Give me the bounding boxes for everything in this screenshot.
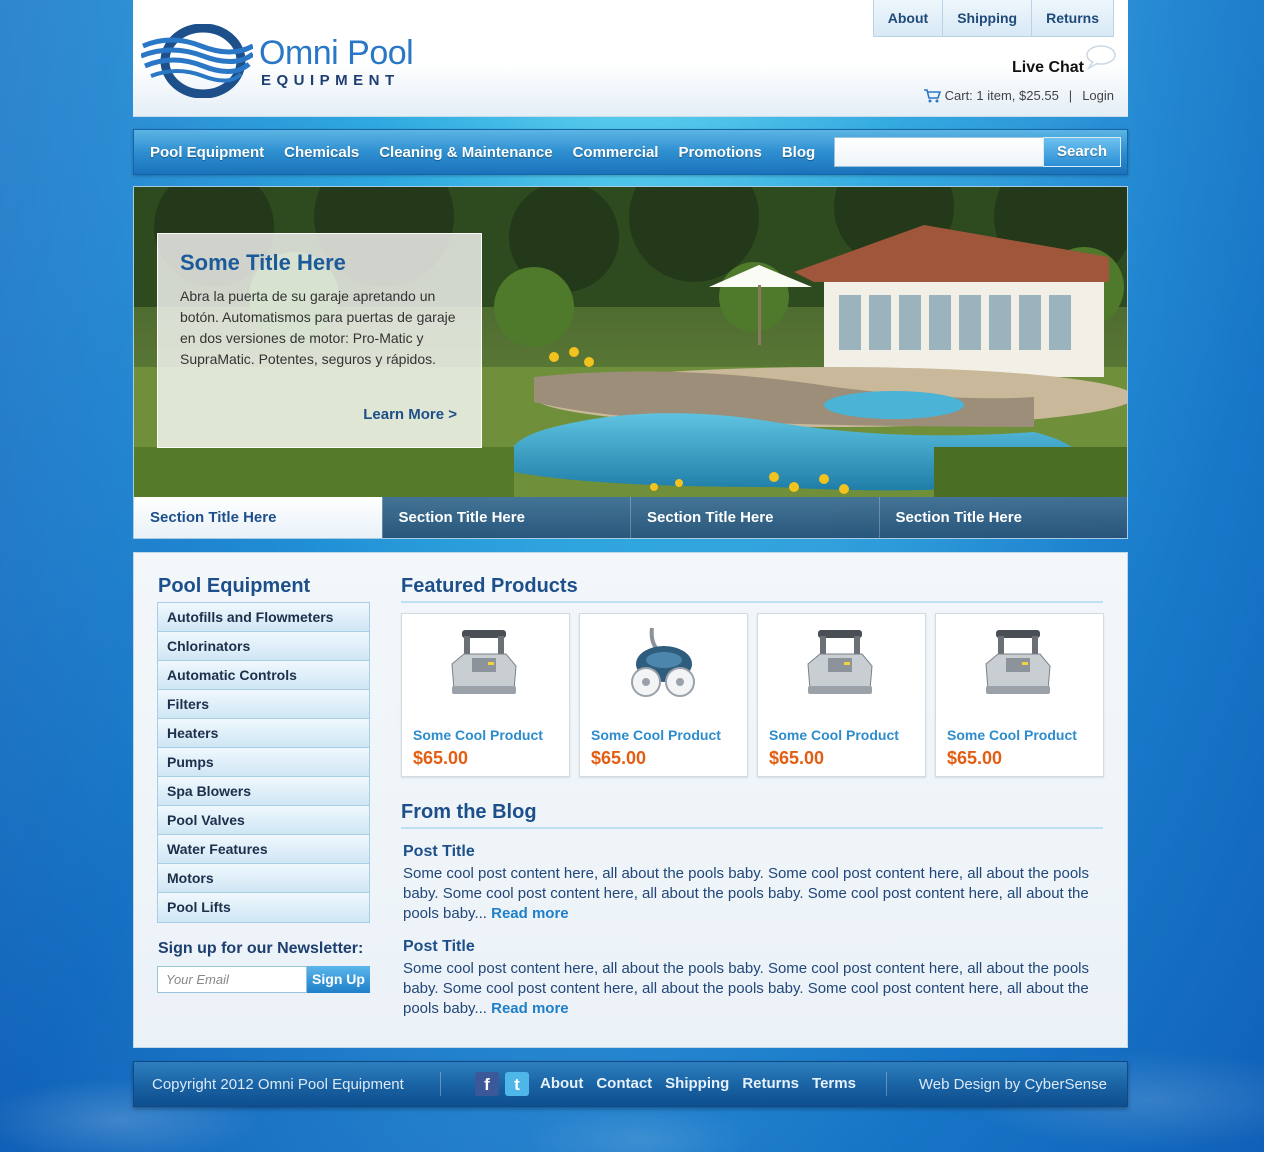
hero-slider: Some Title Here Abra la puerta de su gar… [133,186,1128,539]
pool-robot-icon [451,630,517,694]
featured-divider [401,601,1103,603]
product-name[interactable]: Some Cool Product [769,727,899,743]
sidebar-title: Pool Equipment [158,575,311,597]
nav-item-pool-equipment[interactable]: Pool Equipment [142,144,272,161]
sidebar-item-heaters[interactable]: Heaters [158,719,369,748]
footer-link-terms[interactable]: Terms [812,1075,856,1092]
top-link-shipping[interactable]: Shipping [942,0,1033,37]
sidebar-item-automatic-controls[interactable]: Automatic Controls [158,661,369,690]
product-card[interactable]: Some Cool Product $65.00 [401,613,570,777]
live-chat-link[interactable]: Live Chat [1012,59,1084,77]
sidebar-item-pool-lifts[interactable]: Pool Lifts [158,893,369,922]
facebook-icon[interactable]: f [475,1072,499,1096]
sidebar-item-pumps[interactable]: Pumps [158,748,369,777]
footer-link-shipping[interactable]: Shipping [665,1075,729,1092]
top-link-returns[interactable]: Returns [1031,0,1114,37]
cart-summary: Cart: 1 item, $25.55 | Login [923,88,1114,103]
footer-link-about[interactable]: About [540,1075,583,1092]
featured-title: Featured Products [401,575,578,597]
chat-bubble-icon[interactable] [1084,44,1116,70]
logo-icon [140,23,255,99]
product-name[interactable]: Some Cool Product [591,727,721,743]
nav-item-blog[interactable]: Blog [774,144,823,161]
cart-separator: | [1068,88,1073,103]
top-links: About Shipping Returns [872,0,1114,37]
search-button[interactable]: Search [1043,137,1121,167]
twitter-icon[interactable]: t [505,1072,529,1096]
footer-divider [886,1072,887,1096]
cart-text[interactable]: Cart: 1 item, $25.55 [945,88,1059,103]
post-body: Some cool post content here, all about t… [403,959,1103,1019]
sidebar-item-water-features[interactable]: Water Features [158,835,369,864]
product-name[interactable]: Some Cool Product [947,727,1077,743]
nav-item-commercial[interactable]: Commercial [565,144,667,161]
newsletter-title: Sign up for our Newsletter: [158,940,364,957]
footer-divider [440,1072,441,1096]
read-more-link[interactable]: Read more [491,1000,569,1017]
sidebar-item-spa-blowers[interactable]: Spa Blowers [158,777,369,806]
footer-link-returns[interactable]: Returns [742,1075,799,1092]
email-field[interactable]: Your Email [157,966,307,993]
blog-post: Post Title Some cool post content here, … [403,938,1103,1019]
pool-robot-icon [807,630,873,694]
blog-divider [401,827,1103,829]
hero-tab-2[interactable]: Section Title Here [381,497,630,538]
cart-icon[interactable] [923,88,941,103]
sidebar-item-filters[interactable]: Filters [158,690,369,719]
read-more-link[interactable]: Read more [491,905,569,922]
main-nav: Pool Equipment Chemicals Cleaning & Main… [133,129,1128,175]
hero-tab-1[interactable]: Section Title Here [134,497,382,538]
login-link[interactable]: Login [1082,88,1114,103]
hero-tabs: Section Title Here Section Title Here Se… [134,497,1127,538]
hero-body: Abra la puerta de su garaje apretando un… [180,288,456,367]
post-body: Some cool post content here, all about t… [403,864,1103,924]
sidebar-item-pool-valves[interactable]: Pool Valves [158,806,369,835]
main-content: Pool Equipment Autofills and Flowmeters … [133,552,1128,1048]
product-price: $65.00 [413,748,469,768]
hero-title: Some Title Here [180,250,346,275]
design-credit[interactable]: Web Design by CyberSense [919,1076,1107,1093]
nav-item-promotions[interactable]: Promotions [670,144,769,161]
hero-tab-3[interactable]: Section Title Here [630,497,879,538]
product-card[interactable]: Some Cool Product $65.00 [935,613,1104,777]
product-price: $65.00 [769,748,825,768]
hero-caption: Some Title Here Abra la puerta de su gar… [157,233,482,448]
product-card[interactable]: Some Cool Product $65.00 [757,613,926,777]
sidebar-item-motors[interactable]: Motors [158,864,369,893]
blog-title: From the Blog [401,801,537,823]
copyright-text: Copyright 2012 Omni Pool Equipment [152,1076,404,1093]
product-card[interactable]: Some Cool Product $65.00 [579,613,748,777]
pool-cleaner-icon [631,627,695,697]
product-price: $65.00 [591,748,647,768]
logo-title: Omni Pool [259,34,414,72]
search-input[interactable] [834,137,1043,167]
learn-more-link[interactable]: Learn More > [363,406,457,423]
nav-item-chemicals[interactable]: Chemicals [276,144,367,161]
blog-post: Post Title Some cool post content here, … [403,843,1103,924]
site-logo[interactable]: Omni Pool EQUIPMENT [140,23,431,99]
site-header: Omni Pool EQUIPMENT About Shipping Retur… [133,0,1128,117]
pool-robot-icon [985,630,1051,694]
sidebar-list: Autofills and Flowmeters Chlorinators Au… [157,602,370,923]
product-name[interactable]: Some Cool Product [413,727,543,743]
footer-links: About Contact Shipping Returns Terms [540,1075,856,1092]
top-link-about[interactable]: About [872,0,944,37]
hero-tab-4[interactable]: Section Title Here [878,497,1127,538]
sidebar-item-chlorinators[interactable]: Chlorinators [158,632,369,661]
post-title[interactable]: Post Title [403,843,1103,861]
site-footer: Copyright 2012 Omni Pool Equipment f t A… [133,1061,1128,1107]
signup-button[interactable]: Sign Up [307,966,370,993]
sidebar-item-autofills[interactable]: Autofills and Flowmeters [158,603,369,632]
footer-link-contact[interactable]: Contact [596,1075,652,1092]
logo-subtitle: EQUIPMENT [261,72,400,89]
post-title[interactable]: Post Title [403,938,1103,956]
product-price: $65.00 [947,748,1003,768]
product-grid: Some Cool Product $65.00 Some Cool Produ… [401,613,1104,777]
nav-item-cleaning[interactable]: Cleaning & Maintenance [371,144,560,161]
social-links: f t [475,1072,529,1096]
